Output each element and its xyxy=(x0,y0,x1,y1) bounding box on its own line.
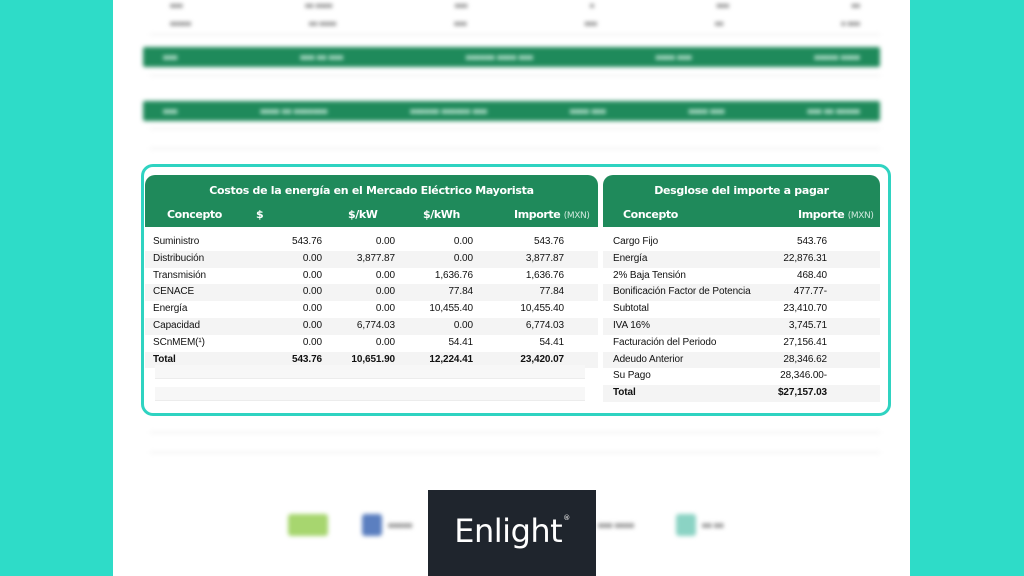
divider xyxy=(150,432,880,433)
footer-logo: ■■■ ■■■■ xyxy=(598,520,635,530)
blurred-header-bar: ■■■ ■■■ ■■ ■■■ ■■■■■■ ■■■■ ■■■ ■■■■ ■■■ ■■■■… xyxy=(143,47,880,67)
highlight-frame xyxy=(141,164,891,416)
divider xyxy=(150,148,880,149)
divider xyxy=(150,34,880,35)
enlight-logo: Enlight® xyxy=(428,490,596,576)
divider xyxy=(150,452,880,453)
footer-logo xyxy=(288,512,328,538)
footer-logo-icon xyxy=(676,514,696,536)
footer-logo-icon xyxy=(362,514,382,536)
divider xyxy=(150,75,880,76)
footer-logo: ■■ ■■ xyxy=(676,512,724,538)
footer-logo-icon xyxy=(288,514,328,536)
footer-logo: ■■■■■ xyxy=(362,512,412,538)
blurred-row: ■■■■■ ■■ ■■■■ ■■■ ■■■ ■■ ■ ■■■ xyxy=(170,20,860,28)
logo-wordmark: Enlight xyxy=(454,512,563,550)
enlight-logo-text: Enlight® xyxy=(454,512,570,550)
registered-mark: ® xyxy=(563,514,570,522)
divider xyxy=(150,128,880,129)
blurred-row: ■■■ ■■ ■■■■ ■■■ ■ ■■■ ■■ xyxy=(170,2,860,10)
blurred-header-bar: ■■■ ■■■■ ■■ ■■■■■■■ ■■■■■■ ■■■■■■ ■■■ ■■■■ … xyxy=(143,101,880,121)
